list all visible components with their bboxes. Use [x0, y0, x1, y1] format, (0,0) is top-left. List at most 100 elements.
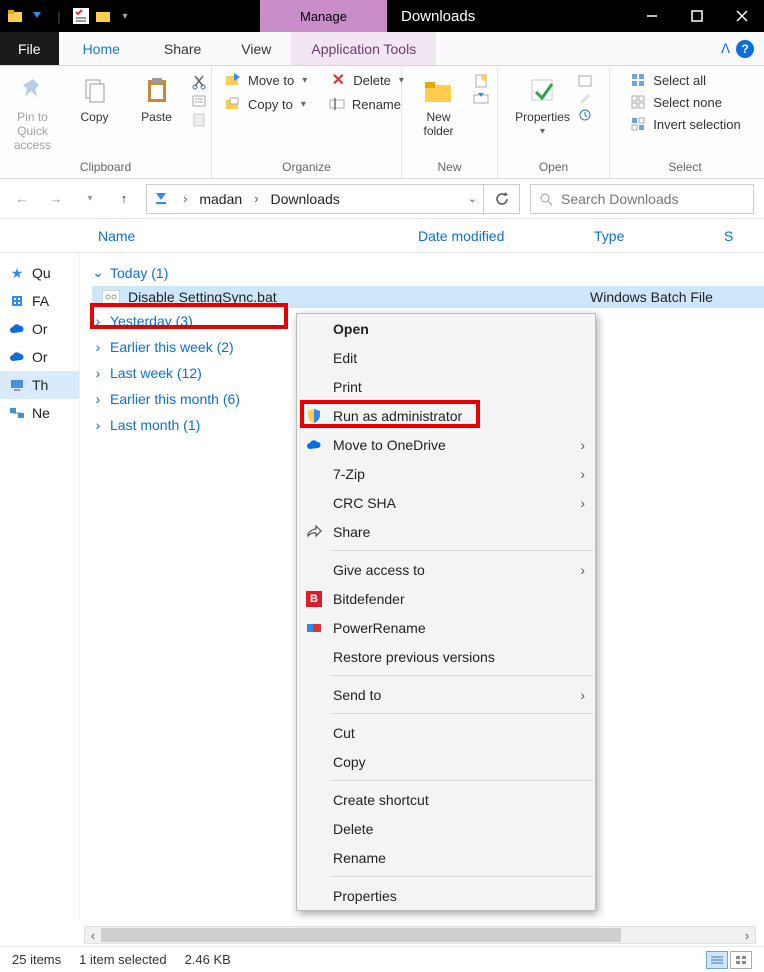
ctx-shortcut[interactable]: Create shortcut: [297, 785, 595, 814]
ctx-giveaccess[interactable]: Give access to›: [297, 555, 595, 584]
ctx-restore[interactable]: Restore previous versions: [297, 642, 595, 671]
pin-button[interactable]: Pin to Quick access: [5, 70, 61, 152]
organize-group-label: Organize: [282, 158, 331, 176]
nav-network[interactable]: Ne: [0, 399, 79, 427]
open-icon[interactable]: [577, 74, 593, 88]
search-input[interactable]: [561, 191, 745, 207]
nav-onedrive1[interactable]: Or: [0, 315, 79, 343]
close-button[interactable]: [719, 0, 764, 32]
paste-shortcut-icon[interactable]: [191, 112, 207, 128]
edit-icon[interactable]: [577, 91, 593, 105]
scroll-thumb[interactable]: [101, 928, 621, 942]
selectall-button[interactable]: Select all: [625, 70, 744, 90]
ctx-print[interactable]: Print: [297, 372, 595, 401]
crumb-user[interactable]: madan: [199, 191, 242, 207]
clipboard-group-label: Clipboard: [80, 158, 131, 176]
ctx-sendto[interactable]: Send to›: [297, 680, 595, 709]
search-icon: [539, 192, 553, 206]
caret-icon[interactable]: ▾: [116, 7, 134, 25]
group-today[interactable]: ⌄Today (1): [92, 259, 764, 286]
cut-icon[interactable]: [191, 74, 207, 90]
file-row-selected[interactable]: Disable SettingSync.bat Windows Batch Fi…: [92, 286, 764, 308]
ctx-delete[interactable]: Delete: [297, 814, 595, 843]
ctx-edit[interactable]: Edit: [297, 343, 595, 372]
newfolder-button[interactable]: New folder: [411, 70, 467, 138]
ctx-properties[interactable]: Properties: [297, 881, 595, 910]
paste-button[interactable]: Paste: [129, 70, 185, 124]
view-details-button[interactable]: [706, 951, 728, 969]
folder2-icon[interactable]: [94, 7, 112, 25]
col-name[interactable]: Name: [98, 228, 418, 244]
col-type[interactable]: Type: [594, 228, 724, 244]
address-bar[interactable]: › madan › Downloads ⌄: [146, 184, 484, 214]
ctx-powerrename[interactable]: PowerRename: [297, 613, 595, 642]
shield-icon: [305, 407, 323, 425]
selectall-icon: [629, 72, 647, 88]
col-date[interactable]: Date modified: [418, 228, 594, 244]
down-arrow-icon[interactable]: [28, 7, 46, 25]
view-tab[interactable]: View: [221, 32, 291, 65]
maximize-button[interactable]: [674, 0, 719, 32]
nav-quick[interactable]: ★Qu: [0, 259, 79, 287]
ctx-cut[interactable]: Cut: [297, 718, 595, 747]
recent-dropdown[interactable]: ▾: [78, 187, 102, 211]
addr-dropdown-icon[interactable]: ⌄: [468, 192, 477, 205]
ctx-open[interactable]: Open: [297, 314, 595, 343]
newfolder-label: New folder: [411, 110, 467, 138]
invert-button[interactable]: Invert selection: [625, 114, 744, 134]
moveto-button[interactable]: Move to▾: [220, 70, 311, 90]
easyaccess-icon[interactable]: [473, 91, 489, 105]
ctx-crc[interactable]: CRC SHA›: [297, 488, 595, 517]
ctx-runadmin[interactable]: Run as administrator: [297, 401, 595, 430]
nav-thispc[interactable]: Th: [0, 371, 79, 399]
up-button[interactable]: ↑: [112, 187, 136, 211]
properties-button[interactable]: Properties ▾: [515, 70, 571, 137]
copy-path-icon[interactable]: [191, 93, 207, 109]
view-large-button[interactable]: [730, 951, 752, 969]
crumb-downloads[interactable]: Downloads: [271, 191, 340, 207]
refresh-button[interactable]: [484, 184, 520, 214]
home-tab[interactable]: Home: [59, 32, 144, 65]
ctx-onedrive[interactable]: Move to OneDrive›: [297, 430, 595, 459]
scroll-left-icon[interactable]: ‹: [85, 927, 101, 943]
nav-onedrive2[interactable]: Or: [0, 343, 79, 371]
back-button[interactable]: ←: [10, 187, 34, 211]
window-title: Downloads: [387, 8, 489, 25]
share-icon: [305, 523, 323, 541]
collapse-ribbon-icon[interactable]: ᐱ: [721, 41, 730, 57]
search-box[interactable]: [530, 184, 754, 214]
scroll-right-icon[interactable]: ›: [739, 927, 755, 943]
cloud-icon: [8, 348, 26, 366]
checklist-icon[interactable]: [72, 7, 90, 25]
copyto-button[interactable]: Copy to▾: [220, 94, 310, 114]
application-tools-tab[interactable]: Application Tools: [291, 32, 436, 65]
help-icon[interactable]: ?: [736, 40, 754, 58]
copy-label: Copy: [80, 110, 108, 124]
manage-tab[interactable]: Manage: [260, 0, 387, 32]
col-size[interactable]: S: [724, 228, 753, 244]
folder-icon[interactable]: [6, 7, 24, 25]
rename-button[interactable]: Rename: [324, 94, 405, 114]
nav-fa[interactable]: FA: [0, 287, 79, 315]
share-tab[interactable]: Share: [144, 32, 221, 65]
ctx-7zip[interactable]: 7-Zip›: [297, 459, 595, 488]
file-tab[interactable]: File: [0, 32, 59, 65]
ctx-bitdefender[interactable]: BBitdefender: [297, 584, 595, 613]
copy-button[interactable]: Copy: [67, 70, 123, 124]
status-selected: 1 item selected: [79, 952, 184, 967]
ctx-copy[interactable]: Copy: [297, 747, 595, 776]
invert-icon: [629, 116, 647, 132]
moveto-icon: [224, 72, 242, 88]
horizontal-scrollbar[interactable]: ‹ ›: [84, 926, 756, 944]
ctx-rename[interactable]: Rename: [297, 843, 595, 872]
history-icon[interactable]: [577, 108, 593, 122]
forward-button[interactable]: →: [44, 187, 68, 211]
column-headers: Name Date modified Type S: [0, 219, 764, 253]
ctx-share[interactable]: Share: [297, 517, 595, 546]
newitem-icon[interactable]: [473, 74, 489, 88]
select-group-label: Select: [668, 158, 701, 176]
titlebar: | ▾ Manage Downloads: [0, 0, 764, 32]
selectnone-button[interactable]: Select none: [625, 92, 744, 112]
delete-button[interactable]: ✕Delete▾: [325, 70, 408, 90]
minimize-button[interactable]: [629, 0, 674, 32]
